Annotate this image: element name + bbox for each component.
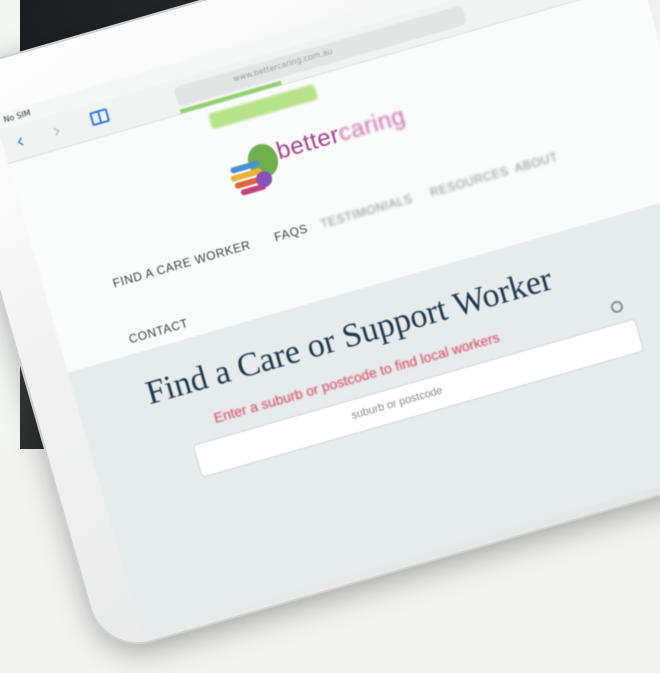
back-icon[interactable]: ‹ (13, 128, 27, 153)
tablet-screen: No SIM ‹ › www.bettercaring.com.au bette… (0, 0, 660, 635)
nav-about[interactable]: ABOUT (513, 150, 559, 176)
site-logo-text[interactable]: bettercaring (273, 102, 408, 166)
nav-resources[interactable]: RESOURCES (428, 164, 510, 200)
nav-faqs[interactable]: FAQS (273, 221, 310, 244)
nav-testimonials[interactable]: TESTIMONIALS (319, 191, 414, 231)
tablet: No SIM ‹ › www.bettercaring.com.au bette… (0, 0, 660, 673)
tablet-bezel: No SIM ‹ › www.bettercaring.com.au bette… (0, 0, 660, 654)
book-icon[interactable] (89, 107, 111, 127)
forward-icon[interactable]: › (49, 118, 63, 143)
nav-find-care-worker[interactable]: FIND A CARE WORKER (111, 238, 252, 291)
